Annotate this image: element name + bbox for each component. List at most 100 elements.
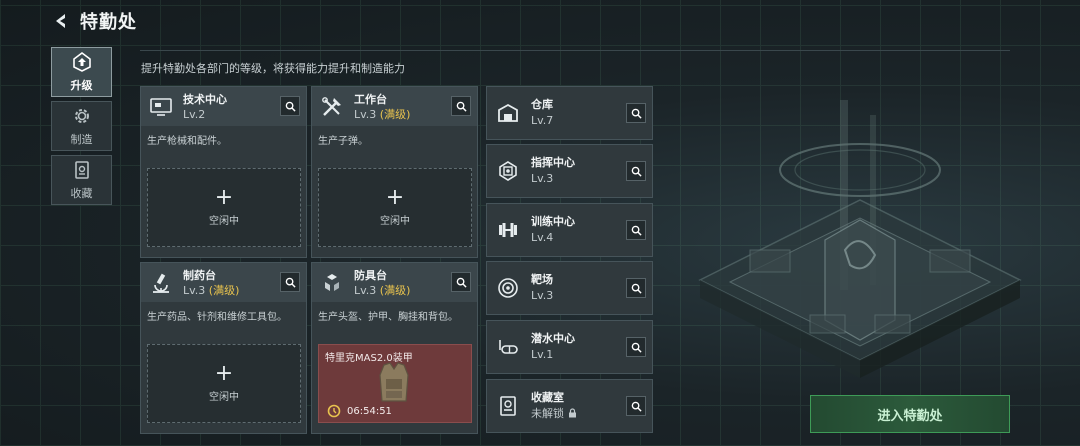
divider bbox=[140, 50, 1010, 51]
facility-level: Lv.3 (满级) bbox=[183, 283, 240, 297]
enter-special-ops-button[interactable]: 进入特勤处 bbox=[810, 395, 1010, 433]
search-icon bbox=[631, 166, 642, 177]
facility-description: 生产药品、针剂和维修工具包。 bbox=[147, 312, 287, 323]
facility-card-diving-center[interactable]: 潜水中心 Lv.1 bbox=[486, 320, 653, 374]
inspect-button[interactable] bbox=[451, 96, 471, 116]
search-icon bbox=[631, 108, 642, 119]
facility-level: 未解锁 bbox=[531, 406, 577, 422]
armor-blocks-icon bbox=[318, 269, 346, 297]
facility-level: Lv.3 bbox=[531, 172, 554, 185]
slot-status: 空闲中 bbox=[380, 216, 410, 227]
search-icon bbox=[285, 101, 296, 112]
microscope-icon bbox=[147, 269, 175, 297]
lock-icon bbox=[569, 408, 576, 418]
search-icon bbox=[456, 277, 467, 288]
facility-description: 生产枪械和配件。 bbox=[147, 136, 227, 147]
production-slot-active[interactable]: 特里克MAS2.0装甲 06:54:51 bbox=[318, 344, 472, 423]
card-header: 技术中心 Lv.2 bbox=[141, 87, 306, 126]
facility-card-pharmacy[interactable]: 制药台 Lv.3 (满级) 生产药品、针剂和维修工具包。 + 空闲中 bbox=[140, 262, 307, 434]
max-level-tag: (满级) bbox=[379, 107, 411, 121]
inspect-button[interactable] bbox=[626, 278, 646, 298]
tab-label: 制造 bbox=[70, 133, 93, 146]
diving-mask-icon bbox=[493, 332, 523, 362]
facility-level: Lv.3 bbox=[531, 289, 554, 302]
facility-level: Lv.3 (满级) bbox=[354, 107, 411, 121]
inspect-button[interactable] bbox=[626, 103, 646, 123]
timer-value: 06:54:51 bbox=[347, 405, 392, 417]
inspect-button[interactable] bbox=[626, 220, 646, 240]
facility-name: 制药台 bbox=[183, 268, 216, 282]
production-slot-empty[interactable]: + 空闲中 bbox=[147, 168, 301, 247]
inspect-button[interactable] bbox=[626, 337, 646, 357]
plus-icon: + bbox=[214, 361, 234, 386]
facility-level: Lv.3 (满级) bbox=[354, 283, 411, 297]
command-chip-icon bbox=[493, 156, 523, 186]
facility-name: 潜水中心 bbox=[531, 332, 575, 345]
facility-name: 防具台 bbox=[354, 268, 387, 282]
inspect-button[interactable] bbox=[280, 96, 300, 116]
production-slot-empty[interactable]: + 空闲中 bbox=[147, 344, 301, 423]
facility-description: 生产头盔、护甲、胸挂和背包。 bbox=[318, 312, 458, 323]
search-icon bbox=[631, 225, 642, 236]
facility-card-training-center[interactable]: 训练中心 Lv.4 bbox=[486, 203, 653, 257]
card-header: 制药台 Lv.3 (满级) bbox=[141, 263, 306, 302]
back-arrow-icon[interactable] bbox=[52, 12, 70, 30]
plus-icon: + bbox=[214, 185, 234, 210]
inspect-button[interactable] bbox=[451, 272, 471, 292]
facility-card-armor-bench[interactable]: 防具台 Lv.3 (满级) 生产头盔、护甲、胸挂和背包。 特里克MAS2.0装甲… bbox=[311, 262, 478, 434]
page-title: 特勤处 bbox=[80, 12, 137, 33]
search-icon bbox=[631, 342, 642, 353]
collection-icon bbox=[74, 161, 89, 179]
gear-icon bbox=[74, 109, 89, 123]
facility-description: 生产子弹。 bbox=[318, 136, 368, 147]
facility-name: 训练中心 bbox=[531, 215, 575, 228]
header: 特勤处 bbox=[52, 8, 137, 34]
slot-status: 空闲中 bbox=[209, 392, 239, 403]
slot-status: 空闲中 bbox=[209, 216, 239, 227]
inspect-button[interactable] bbox=[626, 161, 646, 181]
card-header: 工作台 Lv.3 (满级) bbox=[312, 87, 477, 126]
max-level-tag: (满级) bbox=[208, 283, 240, 297]
facility-name: 靶场 bbox=[531, 273, 553, 286]
tab-upgrade[interactable]: 升级 bbox=[51, 47, 112, 97]
max-level-tag: (满级) bbox=[379, 283, 411, 297]
facility-name: 指挥中心 bbox=[531, 156, 575, 169]
facility-level: Lv.2 bbox=[183, 107, 206, 121]
timer-icon bbox=[327, 404, 341, 418]
facility-card-workbench[interactable]: 工作台 Lv.3 (满级) 生产子弹。 + 空闲中 bbox=[311, 86, 478, 258]
production-slot-empty[interactable]: + 空闲中 bbox=[318, 168, 472, 247]
facility-card-tech-center[interactable]: 技术中心 Lv.2 生产枪械和配件。 + 空闲中 bbox=[140, 86, 307, 258]
card-header: 防具台 Lv.3 (满级) bbox=[312, 263, 477, 302]
dumbbell-icon bbox=[493, 215, 523, 245]
monitor-icon bbox=[147, 93, 175, 121]
production-timer: 06:54:51 bbox=[327, 404, 392, 418]
base-illustration bbox=[698, 100, 1022, 378]
facility-name: 工作台 bbox=[354, 92, 387, 106]
facility-card-vault[interactable]: 收藏室 未解锁 bbox=[486, 379, 653, 433]
search-icon bbox=[631, 283, 642, 294]
armor-vest-image bbox=[379, 362, 409, 402]
facility-level: Lv.4 bbox=[531, 231, 554, 244]
search-icon bbox=[285, 277, 296, 288]
plus-icon: + bbox=[385, 185, 405, 210]
facility-card-command-center[interactable]: 指挥中心 Lv.3 bbox=[486, 144, 653, 198]
vault-icon bbox=[493, 391, 523, 421]
facility-card-warehouse[interactable]: 仓库 Lv.7 bbox=[486, 86, 653, 140]
upgrade-icon bbox=[72, 52, 91, 72]
facility-name: 技术中心 bbox=[183, 92, 227, 106]
inspect-button[interactable] bbox=[280, 272, 300, 292]
facility-name: 仓库 bbox=[531, 98, 553, 111]
tools-icon bbox=[318, 93, 346, 121]
target-icon bbox=[493, 273, 523, 303]
page-description: 提升特勤处各部门的等级，将获得能力提升和制造能力 bbox=[141, 62, 405, 75]
tab-craft[interactable]: 制造 bbox=[51, 101, 112, 151]
tab-collection[interactable]: 收藏 bbox=[51, 155, 112, 205]
search-icon bbox=[456, 101, 467, 112]
facility-level: Lv.7 bbox=[531, 114, 554, 127]
warehouse-icon bbox=[493, 98, 523, 128]
facility-name: 收藏室 bbox=[531, 391, 564, 404]
facility-level: Lv.1 bbox=[531, 348, 554, 361]
inspect-button[interactable] bbox=[626, 396, 646, 416]
facility-card-shooting-range[interactable]: 靶场 Lv.3 bbox=[486, 261, 653, 315]
tab-label: 收藏 bbox=[70, 187, 93, 200]
